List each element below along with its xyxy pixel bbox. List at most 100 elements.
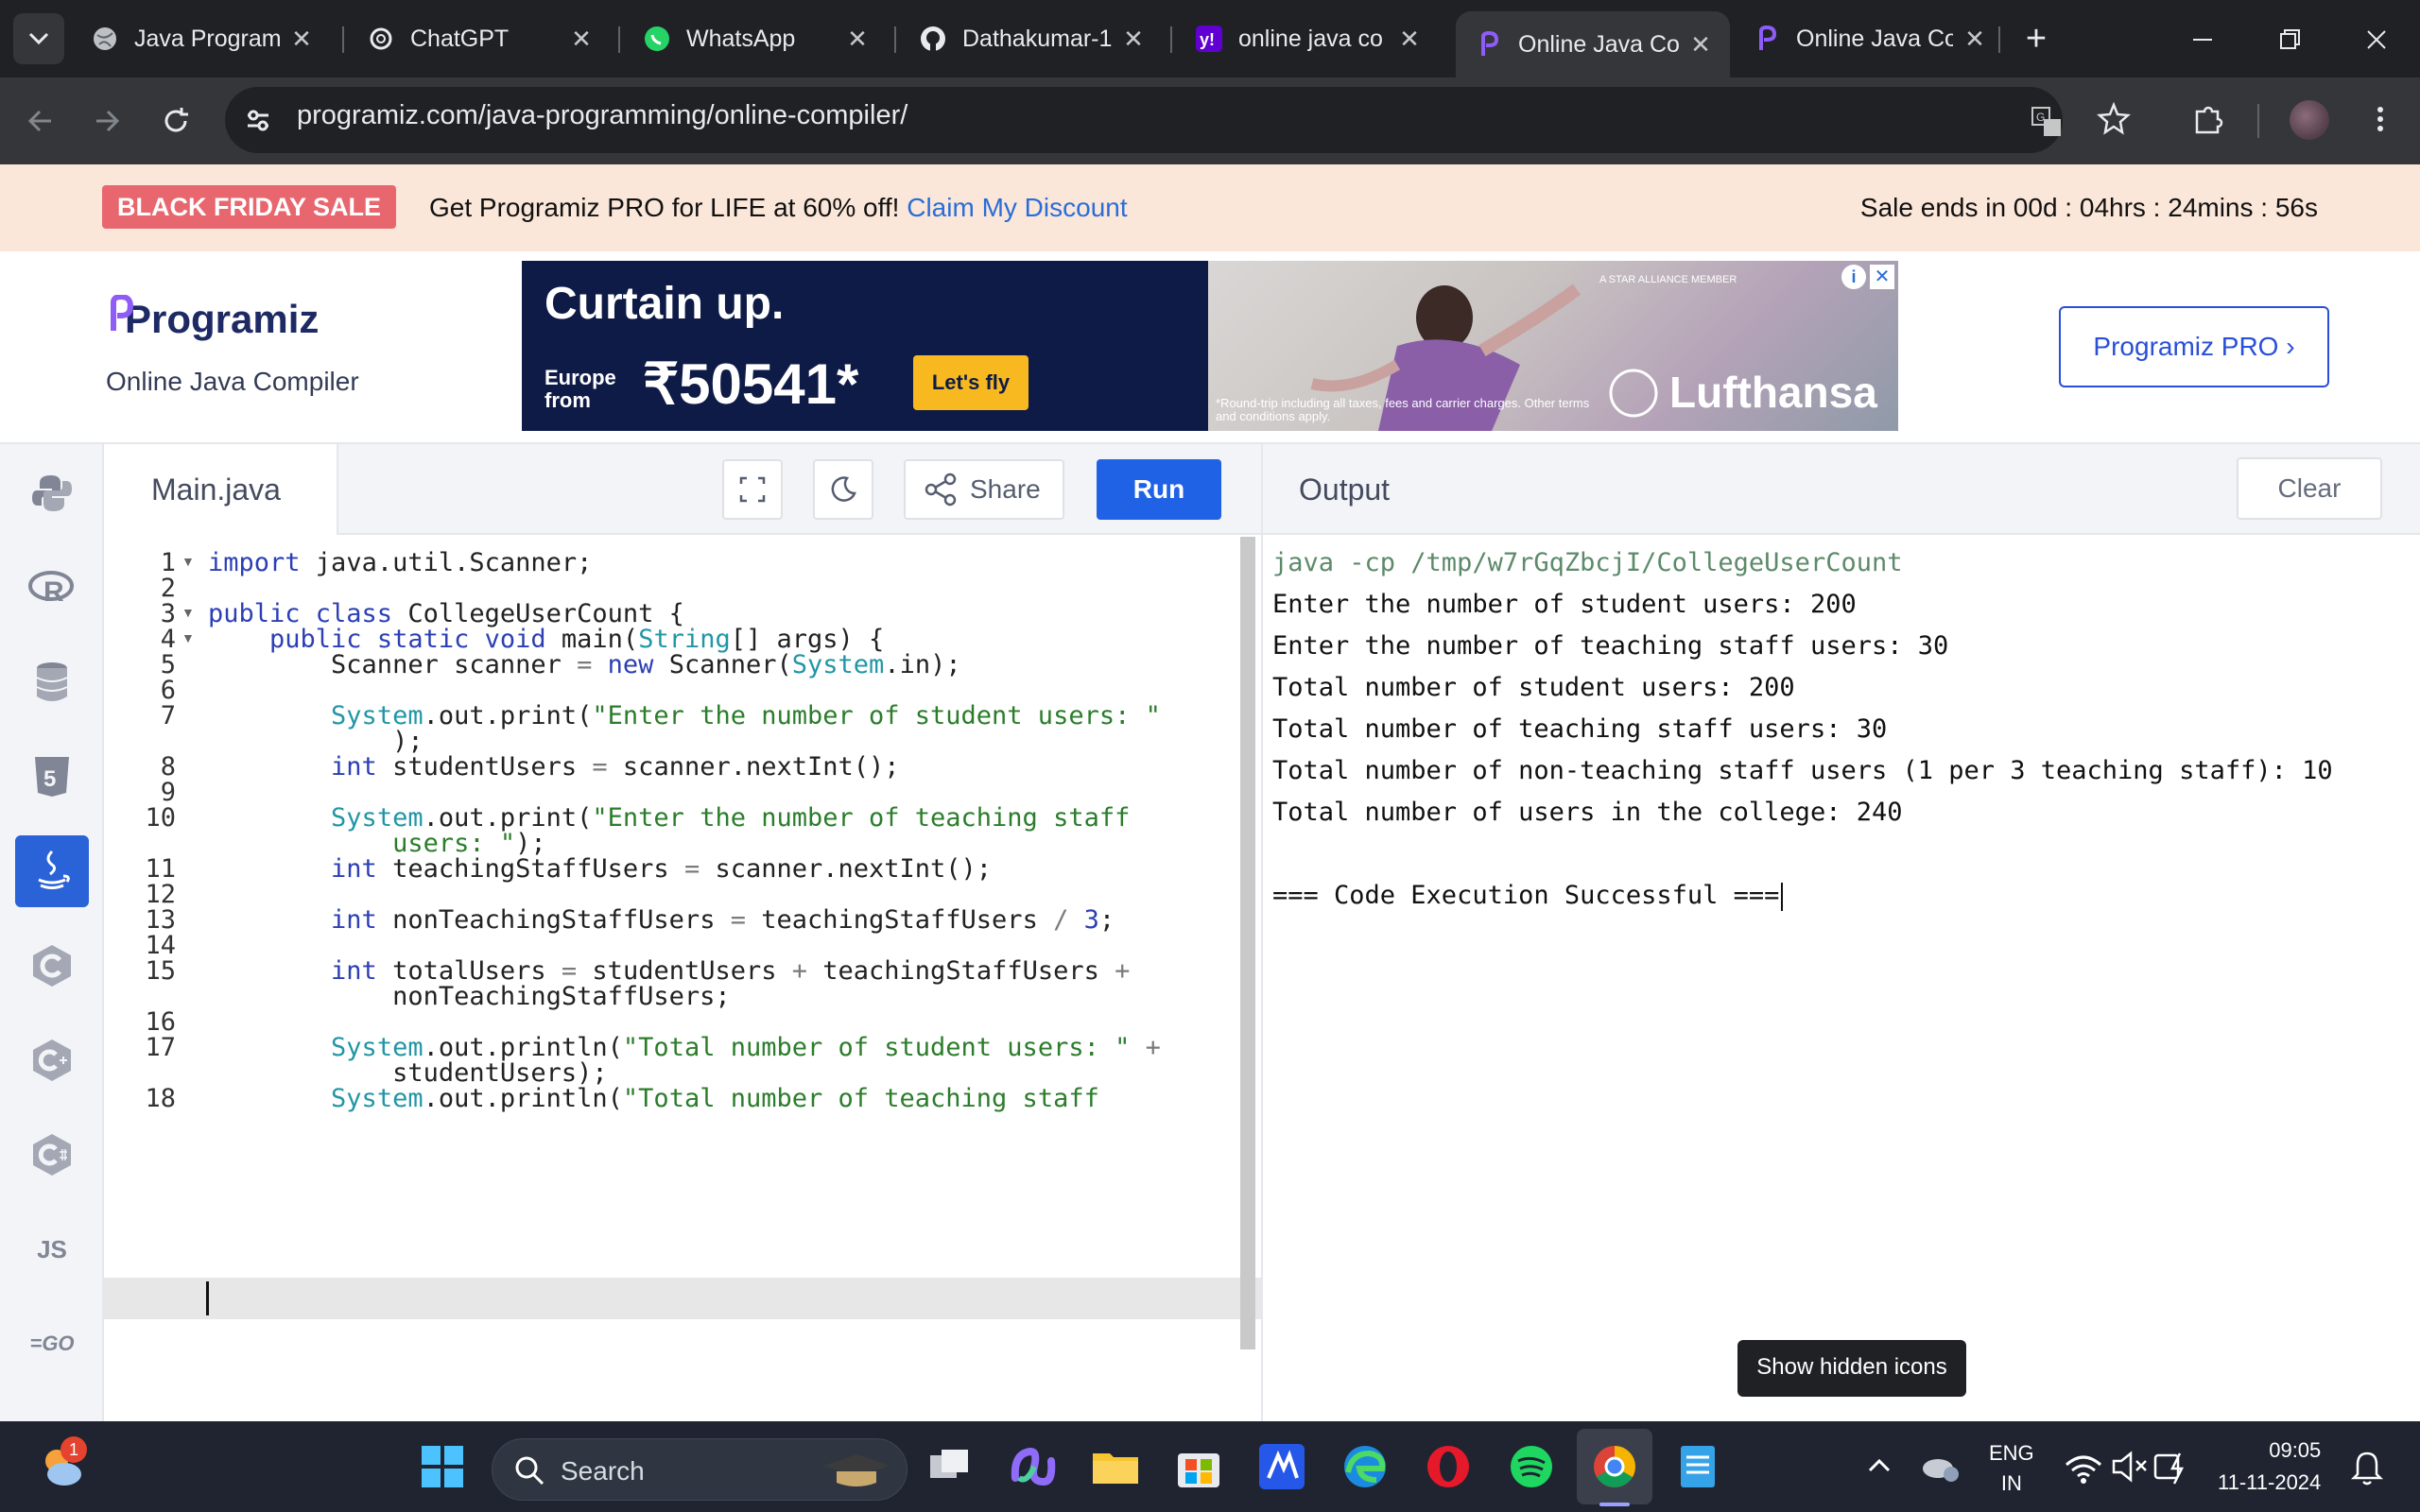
programiz-logo-icon <box>111 295 134 331</box>
opera-icon[interactable] <box>1422 1440 1475 1493</box>
code-editor[interactable]: 1 ▼ import java.util.Scanner; 2 3 ▼ public… <box>104 535 1261 1421</box>
onedrive-icon[interactable] <box>1913 1440 1966 1493</box>
sidebar-item-sql[interactable] <box>15 646 89 718</box>
kebab-menu-icon[interactable] <box>2363 102 2397 136</box>
weather-icon[interactable]: 1 <box>36 1436 89 1493</box>
clock-time: 09:05 <box>2269 1438 2322 1462</box>
reload-icon[interactable] <box>159 104 193 138</box>
editor-scrollbar[interactable] <box>1240 537 1255 1349</box>
task-view-icon[interactable] <box>923 1440 976 1493</box>
page-subtitle: Online Java Compiler <box>106 367 359 396</box>
show-hidden-icons-tooltip: Show hidden icons <box>1737 1340 1966 1397</box>
copilot-icon[interactable] <box>1006 1440 1059 1493</box>
search-label: Search <box>561 1456 645 1486</box>
tab-java-programming[interactable]: Java Programm ✕ <box>57 11 331 66</box>
sidebar-item-c[interactable] <box>15 930 89 1002</box>
csharp-icon <box>33 1134 71 1176</box>
edge-browser-icon[interactable] <box>1339 1440 1392 1493</box>
close-tab-icon[interactable]: ✕ <box>567 25 596 53</box>
code-line: int studentUsers = scanner.nextInt(); <box>331 752 900 782</box>
translate-icon[interactable]: G <box>2031 106 2063 138</box>
file-explorer-icon[interactable] <box>1089 1440 1142 1493</box>
start-windows-icon[interactable] <box>416 1440 469 1493</box>
tab-yahoo-search[interactable]: y! online java co ✕ <box>1165 11 1439 66</box>
output-console[interactable]: java -cp /tmp/w7rGqZbcjI/CollegeUserCoun… <box>1261 535 2420 1421</box>
close-tab-icon[interactable]: ✕ <box>1119 25 1148 53</box>
ad-region: Europe from <box>544 366 616 412</box>
programiz-pro-button[interactable]: Programiz PRO › <box>2059 306 2329 387</box>
clear-button[interactable]: Clear <box>2237 457 2382 520</box>
ad-close-icon[interactable]: ✕ <box>1870 265 1894 289</box>
extensions-icon[interactable] <box>2191 102 2225 136</box>
claim-discount-link[interactable]: Claim My Discount <box>907 193 1127 222</box>
sidebar-item-html[interactable]: 5 <box>15 741 89 813</box>
fold-arrow-icon[interactable]: ▼ <box>182 554 195 569</box>
programiz-logo[interactable]: Programiz <box>106 295 320 342</box>
input-language[interactable]: ENG IN <box>1989 1438 2034 1499</box>
battery-icon[interactable] <box>2148 1440 2201 1493</box>
github-icon <box>919 25 947 53</box>
microsoft-store-icon[interactable] <box>1172 1440 1225 1493</box>
sidebar-item-python[interactable] <box>15 457 89 529</box>
bookmark-star-icon[interactable] <box>2097 102 2131 136</box>
fold-arrow-icon[interactable]: ▼ <box>182 605 195 620</box>
python-icon <box>32 475 72 511</box>
app-icon[interactable] <box>1255 1440 1308 1493</box>
run-button[interactable]: Run <box>1097 459 1221 520</box>
url-text: programiz.com/java-programming/online-co… <box>297 100 908 130</box>
output-line: Enter the number of student users: 200 <box>1272 590 1857 619</box>
spotify-icon[interactable] <box>1505 1440 1558 1493</box>
new-tab-plus-icon[interactable]: + <box>2015 19 2057 60</box>
ad-info-icon[interactable]: i <box>1841 265 1866 289</box>
tab-chatgpt[interactable]: ChatGPT ✕ <box>337 11 611 66</box>
sidebar-item-cpp[interactable] <box>15 1024 89 1096</box>
tab-github[interactable]: Dathakumar-1 ✕ <box>889 11 1163 66</box>
close-tab-icon[interactable]: ✕ <box>287 25 316 53</box>
editor-cursor <box>206 1281 209 1315</box>
tab-online-java-compiler-active[interactable]: Online Java Co ✕ <box>1456 11 1730 77</box>
sidebar-item-go[interactable]: = GO <box>15 1308 89 1380</box>
line-number: 17 <box>145 1033 176 1062</box>
chrome-icon[interactable] <box>1588 1440 1641 1493</box>
dark-mode-button[interactable] <box>813 459 873 520</box>
sidebar-item-js[interactable]: JS <box>15 1213 89 1285</box>
tab-whatsapp[interactable]: WhatsApp ✕ <box>613 11 887 66</box>
close-window-icon[interactable] <box>2358 21 2395 59</box>
profile-avatar[interactable] <box>2290 100 2329 140</box>
close-tab-icon[interactable]: ✕ <box>1686 30 1715 59</box>
promo-text: Get Programiz PRO for LIFE at 60% off! C… <box>429 193 1128 223</box>
lufthansa-ad[interactable]: Curtain up. Europe from ₹50541* Let's fl… <box>522 261 1898 431</box>
language-sidebar: R 5 JS = GO <box>0 444 104 1421</box>
close-tab-icon[interactable]: ✕ <box>843 25 872 53</box>
fold-arrow-icon[interactable]: ▼ <box>182 630 195 645</box>
browser-toolbar: G programiz.com/java-programming/online-… <box>0 77 2420 164</box>
tab-online-java-compiler[interactable]: Online Java Co ✕ <box>1730 11 2004 66</box>
restore-icon[interactable] <box>2271 21 2308 59</box>
sidebar-item-r[interactable]: R <box>15 552 89 624</box>
show-hidden-icons-chevron[interactable] <box>1853 1440 1906 1493</box>
notifications-bell-icon[interactable] <box>2341 1440 2394 1493</box>
share-button[interactable]: Share <box>904 459 1064 520</box>
output-line: Total number of student users: 200 <box>1272 673 1795 702</box>
cpp-icon <box>33 1040 71 1081</box>
line-number: 10 <box>145 803 176 833</box>
whatsapp-icon <box>643 25 671 53</box>
go-icon: = <box>29 1332 43 1355</box>
back-arrow-icon[interactable] <box>23 104 57 138</box>
promo-banner: BLACK FRIDAY SALE Get Programiz PRO for … <box>0 164 2420 251</box>
close-tab-icon[interactable]: ✕ <box>1961 25 1989 53</box>
svg-text:G: G <box>2036 111 2045 124</box>
ad-cta-button[interactable]: Let's fly <box>913 355 1028 410</box>
sidebar-item-csharp[interactable] <box>15 1119 89 1191</box>
minimize-icon[interactable] <box>2184 21 2221 59</box>
forward-arrow-icon[interactable] <box>91 104 125 138</box>
close-tab-icon[interactable]: ✕ <box>1395 25 1424 53</box>
fullscreen-button[interactable] <box>722 459 783 520</box>
file-tab[interactable]: Main.java <box>104 444 338 535</box>
logo-text: Programiz <box>125 297 320 341</box>
system-clock[interactable]: 09:05 11-11-2024 <box>2218 1435 2321 1499</box>
sidebar-item-java[interactable] <box>15 835 89 907</box>
notepad-icon[interactable] <box>1671 1440 1724 1493</box>
taskbar-search[interactable]: Search <box>492 1438 908 1501</box>
site-info-icon[interactable] <box>240 102 276 138</box>
